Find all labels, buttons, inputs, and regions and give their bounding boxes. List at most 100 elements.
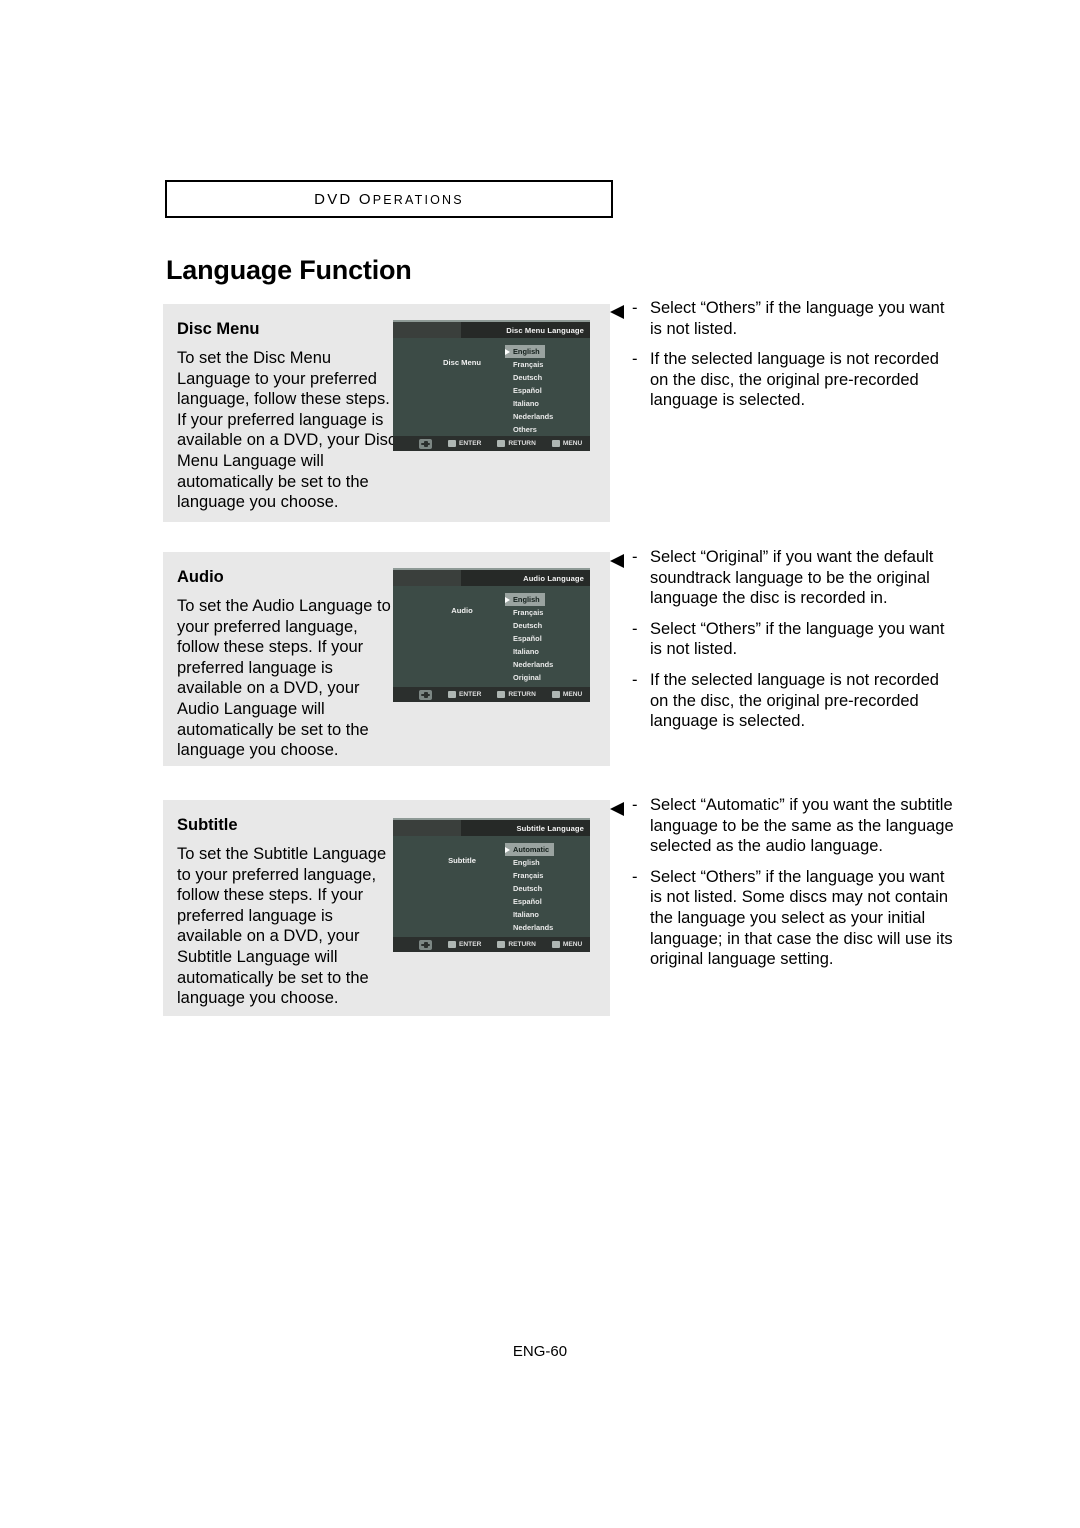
note-dash: - bbox=[632, 619, 638, 638]
osd-hint-return: RETURN bbox=[497, 691, 536, 698]
note-text: Select “Others” if the language you want… bbox=[650, 867, 953, 969]
menu-button-icon bbox=[551, 941, 560, 948]
note-dash: - bbox=[632, 350, 638, 369]
caret-right-icon bbox=[505, 596, 510, 603]
page-number: ENG-60 bbox=[512, 1343, 568, 1360]
osd-topbar: Audio Language bbox=[393, 570, 590, 586]
osd-language-list: English Français Deutsch Español Italian… bbox=[505, 593, 553, 697]
section-body-text: To set the Subtitle Language to your pre… bbox=[177, 845, 387, 1008]
osd-list-item[interactable]: Français bbox=[505, 869, 554, 882]
osd-language-list: English Français Deutsch Español Italian… bbox=[505, 345, 553, 436]
enter-button-icon bbox=[448, 941, 456, 948]
return-button-icon bbox=[497, 691, 506, 698]
osd-category-label: Disc Menu bbox=[443, 358, 481, 367]
osd-hint-enter: ENTER bbox=[448, 941, 481, 948]
osd-list-item[interactable]: Italiano bbox=[505, 908, 554, 921]
osd-list-item[interactable]: English bbox=[505, 856, 554, 869]
osd-bottombar: ENTER RETURN MENU bbox=[393, 937, 590, 952]
caret-right-icon bbox=[505, 846, 510, 853]
section-body-text: To set the Audio Language to your prefer… bbox=[177, 597, 391, 760]
return-button-icon bbox=[497, 440, 506, 447]
note-item: - Select “Others” if the language you wa… bbox=[632, 867, 954, 970]
osd-list-item[interactable]: Français bbox=[505, 358, 553, 371]
osd-list-item[interactable]: Original bbox=[505, 671, 553, 684]
note-text: Select “Automatic” if you want the subti… bbox=[650, 796, 954, 856]
osd-list-item[interactable]: Nederlands bbox=[505, 658, 553, 671]
osd-list-item[interactable]: Español bbox=[505, 384, 553, 397]
note-text: Select “Others” if the language you want… bbox=[650, 299, 945, 338]
note-text: Select “Original” if you want the defaul… bbox=[650, 548, 934, 608]
osd-body: Audio English Français Deutsch Español I… bbox=[393, 586, 590, 695]
page-footer: ENG-60 bbox=[0, 1343, 1080, 1360]
return-button-icon bbox=[497, 941, 506, 948]
chapter-title-rest: OPERATIONS bbox=[358, 190, 464, 208]
dpad-icon bbox=[419, 438, 432, 449]
osd-list-item[interactable]: Español bbox=[505, 895, 554, 908]
arrow-left-icon bbox=[610, 802, 624, 816]
osd-language-list: Automatic English Français Deutsch Españ… bbox=[505, 843, 555, 947]
osd-list-item[interactable]: Others bbox=[505, 423, 553, 436]
note-item: - If the selected language is not record… bbox=[632, 670, 954, 732]
osd-screenshot-disc-menu: Disc Menu Language Disc Menu English Fra… bbox=[393, 320, 590, 451]
note-item: - If the selected language is not record… bbox=[632, 349, 954, 411]
osd-topbar: Subtitle Language bbox=[393, 820, 590, 836]
note-item: - Select “Others” if the language you wa… bbox=[632, 619, 954, 660]
osd-list-item-selected[interactable]: English bbox=[505, 593, 545, 606]
osd-list-item[interactable]: Français bbox=[505, 606, 553, 619]
note-text: If the selected language is not recorded… bbox=[650, 670, 939, 731]
osd-hint-menu: MENU bbox=[551, 691, 582, 698]
osd-hint-enter: ENTER bbox=[448, 691, 481, 698]
osd-list-item[interactable]: Nederlands bbox=[505, 921, 554, 934]
enter-button-icon bbox=[448, 440, 456, 447]
osd-list-item[interactable]: Deutsch bbox=[505, 619, 553, 632]
osd-hint-return: RETURN bbox=[497, 440, 536, 447]
osd-topbar-left-segment bbox=[393, 570, 461, 586]
osd-topbar-right-segment: Audio Language bbox=[461, 570, 590, 586]
osd-list-item[interactable]: Español bbox=[505, 632, 553, 645]
chapter-title-main: DVD bbox=[314, 190, 353, 208]
note-item: - Select “Original” if you want the defa… bbox=[610, 547, 954, 609]
osd-screenshot-subtitle: Subtitle Language Subtitle Automatic Eng… bbox=[393, 818, 590, 952]
osd-body: Subtitle Automatic English Français Deut… bbox=[393, 836, 590, 945]
osd-title: Disc Menu Language bbox=[506, 325, 584, 335]
osd-list-item-selected[interactable]: Automatic bbox=[505, 843, 555, 856]
note-dash: - bbox=[632, 299, 638, 317]
page-title: Language Function bbox=[166, 255, 412, 285]
osd-list-item[interactable]: Deutsch bbox=[505, 371, 553, 384]
osd-topbar-left-segment bbox=[393, 322, 461, 338]
osd-list-item-selected[interactable]: English bbox=[505, 345, 545, 358]
note-dash: - bbox=[632, 670, 638, 689]
dpad-icon bbox=[419, 689, 432, 700]
note-text: If the selected language is not recorded… bbox=[650, 350, 939, 410]
note-dash: - bbox=[632, 796, 638, 814]
osd-topbar-left-segment bbox=[393, 820, 461, 836]
menu-button-icon bbox=[551, 440, 560, 447]
osd-list-item[interactable]: Deutsch bbox=[505, 882, 554, 895]
note-dash: - bbox=[632, 548, 638, 566]
osd-category-label: Subtitle bbox=[448, 856, 476, 865]
dpad-icon bbox=[419, 939, 432, 950]
osd-bottombar: ENTER RETURN MENU bbox=[393, 687, 590, 702]
osd-topbar-right-segment: Disc Menu Language bbox=[461, 322, 590, 338]
osd-topbar: Disc Menu Language bbox=[393, 322, 590, 338]
osd-hint-menu: MENU bbox=[551, 941, 582, 948]
osd-screenshot-audio: Audio Language Audio English Français De… bbox=[393, 568, 590, 702]
enter-button-icon bbox=[448, 691, 456, 698]
osd-hint-menu: MENU bbox=[551, 440, 582, 447]
osd-list-item[interactable]: Italiano bbox=[505, 397, 553, 410]
osd-title: Subtitle Language bbox=[516, 823, 584, 833]
osd-hint-enter: ENTER bbox=[448, 440, 481, 447]
osd-bottombar: ENTER RETURN MENU bbox=[393, 436, 590, 451]
osd-topbar-right-segment: Subtitle Language bbox=[461, 820, 590, 836]
note-dash: - bbox=[632, 867, 638, 886]
osd-list-item[interactable]: Italiano bbox=[505, 645, 553, 658]
osd-category-label: Audio bbox=[451, 606, 473, 615]
note-item: - Select “Automatic” if you want the sub… bbox=[610, 795, 954, 857]
notes-list-subtitle: - Select “Automatic” if you want the sub… bbox=[610, 795, 954, 980]
notes-list-audio: - Select “Original” if you want the defa… bbox=[610, 547, 954, 742]
chapter-title: DVD OPERATIONS bbox=[314, 191, 464, 208]
chapter-header: DVD OPERATIONS bbox=[165, 180, 613, 218]
osd-list-item[interactable]: Nederlands bbox=[505, 410, 553, 423]
caret-right-icon bbox=[505, 348, 510, 355]
osd-title: Audio Language bbox=[523, 573, 584, 583]
